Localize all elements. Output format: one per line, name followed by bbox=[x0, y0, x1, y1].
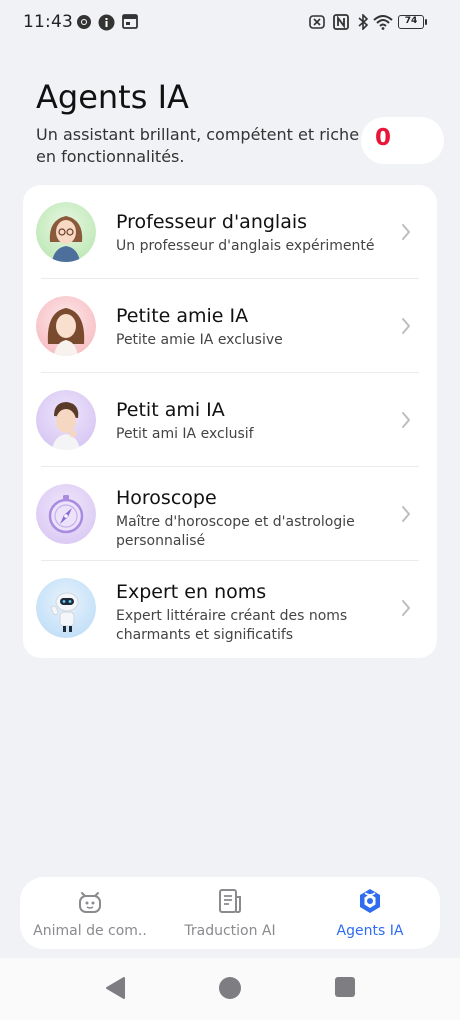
tab-pet[interactable]: Animal de com.. bbox=[20, 877, 160, 949]
agents-list: Professeur d'anglais Un professeur d'ang… bbox=[23, 185, 437, 658]
agent-title: Horoscope bbox=[116, 487, 217, 509]
page-subtitle: Un assistant brillant, compétent et rich… bbox=[36, 125, 360, 166]
nfc-icon bbox=[333, 14, 349, 34]
agent-description: Petit ami IA exclusif bbox=[116, 426, 254, 442]
wifi-icon bbox=[373, 14, 393, 34]
agent-description: Maître d'horoscope et d'astrologie perso… bbox=[116, 514, 355, 549]
recents-icon[interactable] bbox=[334, 976, 356, 1002]
home-icon[interactable] bbox=[218, 976, 242, 1004]
boyfriend-avatar bbox=[36, 390, 96, 450]
calendar-icon bbox=[122, 14, 138, 33]
nfc-off-icon bbox=[309, 14, 325, 33]
teacher-avatar bbox=[36, 202, 96, 262]
info-icon bbox=[98, 14, 115, 35]
chevron-right-icon bbox=[401, 317, 411, 339]
system-nav-bar bbox=[0, 958, 460, 1020]
agent-title: Expert en noms bbox=[116, 581, 267, 603]
agent-description: Petite amie IA exclusive bbox=[116, 332, 283, 348]
chevron-right-icon bbox=[401, 411, 411, 433]
bluetooth-icon bbox=[357, 13, 369, 34]
agent-title: Petite amie IA bbox=[116, 305, 249, 327]
tab-translation[interactable]: Traduction AI bbox=[160, 877, 300, 949]
agent-title: Petit ami IA bbox=[116, 399, 225, 421]
agent-item-english-teacher[interactable]: Professeur d'anglais Un professeur d'ang… bbox=[23, 185, 437, 279]
status-time: 11:43 bbox=[23, 12, 73, 32]
agents-icon bbox=[356, 887, 384, 919]
screen: 11:43 74 Agents IA Un assistant brillant… bbox=[0, 0, 460, 1020]
compass-avatar bbox=[36, 484, 96, 544]
tab-label: Agents IA bbox=[336, 923, 404, 939]
page-title: Agents IA bbox=[36, 78, 189, 116]
agent-title: Professeur d'anglais bbox=[116, 211, 308, 233]
back-icon[interactable] bbox=[104, 976, 126, 1004]
battery-tip bbox=[425, 19, 427, 25]
counter-value: 0 bbox=[375, 125, 392, 151]
pet-robot-icon bbox=[76, 887, 104, 919]
agent-item-horoscope[interactable]: Horoscope Maître d'horoscope et d'astrol… bbox=[23, 467, 437, 561]
tab-label: Animal de com.. bbox=[33, 923, 147, 939]
agent-description: Expert littéraire créant des noms charma… bbox=[116, 608, 348, 643]
agent-item-ai-girlfriend[interactable]: Petite amie IA Petite amie IA exclusive bbox=[23, 279, 437, 373]
tab-agents[interactable]: Agents IA bbox=[300, 877, 440, 949]
tab-label: Traduction AI bbox=[184, 923, 276, 939]
agent-item-name-expert[interactable]: Expert en noms Expert littéraire créant … bbox=[23, 561, 437, 655]
chevron-right-icon bbox=[401, 223, 411, 245]
bottom-nav: Animal de com.. Traduction AI Agents IA bbox=[20, 877, 440, 949]
robot-avatar bbox=[36, 578, 96, 638]
counter-pill[interactable]: 0 bbox=[361, 117, 444, 164]
document-icon bbox=[216, 887, 244, 919]
chevron-right-icon bbox=[401, 599, 411, 621]
agent-description: Un professeur d'anglais expérimenté bbox=[116, 238, 375, 254]
girlfriend-avatar bbox=[36, 296, 96, 356]
chrome-icon bbox=[76, 14, 92, 34]
status-bar: 11:43 74 bbox=[0, 0, 460, 44]
chevron-right-icon bbox=[401, 505, 411, 527]
agent-item-ai-boyfriend[interactable]: Petit ami IA Petit ami IA exclusif bbox=[23, 373, 437, 467]
battery-icon: 74 bbox=[398, 15, 424, 29]
